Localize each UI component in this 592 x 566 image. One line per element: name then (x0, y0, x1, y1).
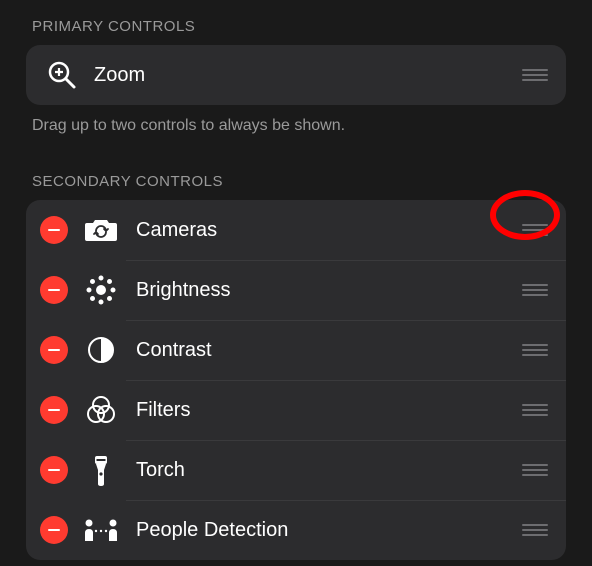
remove-button[interactable] (40, 216, 68, 244)
drag-handle-icon[interactable] (518, 514, 552, 546)
control-row-zoom[interactable]: Zoom (26, 45, 566, 105)
control-label: Brightness (136, 279, 231, 302)
drag-handle-icon[interactable] (518, 394, 552, 426)
primary-controls-header: PRIMARY CONTROLS (26, 0, 566, 45)
brightness-icon (76, 274, 126, 306)
drag-handle-icon[interactable] (518, 59, 552, 91)
control-row-contrast[interactable]: Contrast (26, 320, 566, 380)
torch-icon (76, 454, 126, 486)
zoom-icon (40, 60, 84, 90)
primary-controls-card: Zoom (26, 45, 566, 105)
filters-icon (76, 395, 126, 425)
drag-handle-icon[interactable] (518, 214, 552, 246)
primary-hint: Drag up to two controls to always be sho… (26, 105, 566, 155)
people-detection-icon (76, 517, 126, 543)
remove-button[interactable] (40, 276, 68, 304)
drag-handle-icon[interactable] (518, 334, 552, 366)
secondary-controls-header: SECONDARY CONTROLS (26, 155, 566, 200)
remove-button[interactable] (40, 336, 68, 364)
remove-button[interactable] (40, 456, 68, 484)
control-row-torch[interactable]: Torch (26, 440, 566, 500)
control-label: Zoom (94, 64, 145, 87)
remove-button[interactable] (40, 516, 68, 544)
secondary-controls-card: Cameras (26, 200, 566, 560)
drag-handle-icon[interactable] (518, 274, 552, 306)
control-label: Torch (136, 459, 185, 482)
control-label: Filters (136, 399, 190, 422)
remove-button[interactable] (40, 396, 68, 424)
control-row-filters[interactable]: Filters (26, 380, 566, 440)
control-label: Contrast (136, 339, 212, 362)
camera-switch-icon (76, 217, 126, 243)
contrast-icon (76, 336, 126, 364)
control-label: Cameras (136, 219, 217, 242)
control-row-people-detection[interactable]: People Detection (26, 500, 566, 560)
control-row-cameras[interactable]: Cameras (26, 200, 566, 260)
control-label: People Detection (136, 519, 288, 542)
drag-handle-icon[interactable] (518, 454, 552, 486)
control-row-brightness[interactable]: Brightness (26, 260, 566, 320)
